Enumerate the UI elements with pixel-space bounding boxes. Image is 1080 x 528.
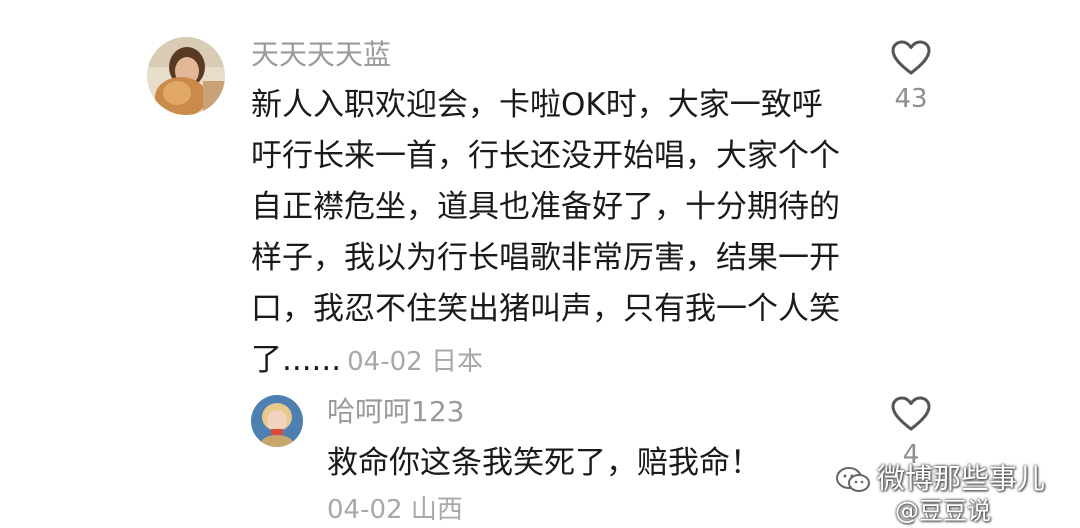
watermark-account: 微博那些事儿 xyxy=(835,462,1045,496)
reply-username[interactable]: 哈呵呵123 xyxy=(327,395,464,429)
comment-like-count: 43 xyxy=(894,84,928,114)
comment-thread: 天天天天蓝 新人入职欢迎会，卡啦OK时，大家一致呼 吁行长来一首，行长还没开始唱… xyxy=(0,0,1080,528)
comment-line: 自正襟危坐，道具也准备好了，十分期待的 xyxy=(251,189,840,225)
comment-line: 口，我忍不住笑出猪叫声，只有我一个人笑 xyxy=(251,291,840,327)
reply-body: 救命你这条我笑死了，赔我命！ xyxy=(327,445,761,481)
comment-line: 吁行长来一首，行长还没开始唱，大家个个 xyxy=(251,138,840,174)
watermark-handle: @豆豆说 xyxy=(895,497,991,525)
comment-username[interactable]: 天天天天蓝 xyxy=(251,38,391,72)
comment-body: 新人入职欢迎会，卡啦OK时，大家一致呼 吁行长来一首，行长还没开始唱，大家个个 … xyxy=(251,80,861,388)
comment-like-button[interactable]: 43 xyxy=(876,40,946,114)
heart-outline-icon xyxy=(891,40,931,75)
heart-outline-icon xyxy=(891,396,931,431)
reply-like-button[interactable]: 4 xyxy=(876,396,946,470)
comment-line: 样子，我以为行长唱歌非常厉害，结果一开 xyxy=(251,240,840,276)
reply-avatar[interactable] xyxy=(251,395,303,447)
comment-line: 新人入职欢迎会，卡啦OK时，大家一致呼 xyxy=(251,87,823,123)
wechat-icon xyxy=(836,467,870,492)
comment-line: 了...... xyxy=(251,342,342,378)
comment-last-line: 了...... 04-02 日本 xyxy=(251,335,861,388)
reply-meta: 04-02 山西 xyxy=(327,495,463,525)
comment-meta: 04-02 日本 xyxy=(347,347,483,377)
watermark-title: 微博那些事儿 xyxy=(877,462,1046,495)
comment-avatar[interactable] xyxy=(147,37,225,115)
